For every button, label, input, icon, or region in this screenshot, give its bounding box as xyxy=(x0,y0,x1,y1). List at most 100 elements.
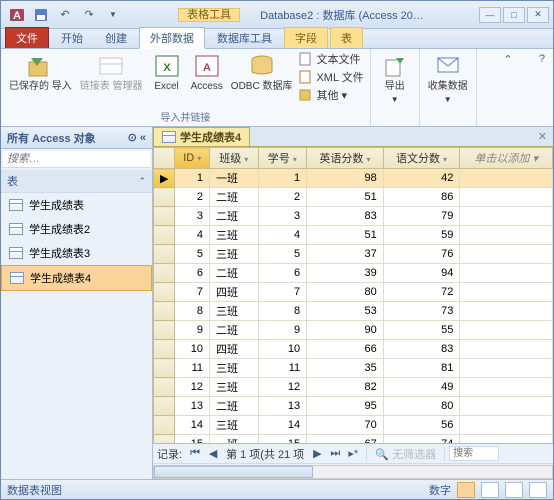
navigation-pane: 所有 Access 对象⊙ « 🔍 表⌃ 学生成绩表学生成绩表2学生成绩表3学生… xyxy=(1,127,153,479)
linked-table-mgr-button[interactable]: 链接表 管理器 xyxy=(78,51,145,94)
record-search-input[interactable] xyxy=(449,446,499,461)
last-record-button[interactable]: ⏭ xyxy=(326,447,344,460)
row-selector[interactable] xyxy=(154,226,175,245)
tab-db-tools[interactable]: 数据库工具 xyxy=(207,28,282,48)
document-tab[interactable]: 学生成绩表4 xyxy=(153,127,250,146)
select-all-corner[interactable] xyxy=(154,148,175,169)
help-button[interactable]: ? xyxy=(539,49,553,69)
row-selector[interactable] xyxy=(154,378,175,397)
row-selector[interactable] xyxy=(154,264,175,283)
table-row[interactable]: 11三班113581 xyxy=(154,359,553,378)
table-row[interactable]: 10四班106683 xyxy=(154,340,553,359)
column-header[interactable]: 班级 ▾ xyxy=(210,148,259,169)
collapse-icon: ⌃ xyxy=(138,176,146,187)
qat-dropdown-icon[interactable]: ▼ xyxy=(103,5,123,25)
column-header[interactable]: 学号 ▾ xyxy=(258,148,307,169)
table-row[interactable]: 15一班156774 xyxy=(154,435,553,444)
row-selector[interactable] xyxy=(154,283,175,302)
table-row[interactable]: 6二班63994 xyxy=(154,264,553,283)
access-import-button[interactable]: AAccess xyxy=(189,51,225,94)
no-filter-label[interactable]: 🔍 无筛选器 xyxy=(371,446,440,462)
table-row[interactable]: 3二班38379 xyxy=(154,207,553,226)
contextual-tab-tools: 表格工具 xyxy=(178,8,240,22)
column-header[interactable]: 英语分数 ▾ xyxy=(307,148,384,169)
nav-group-tables[interactable]: 表⌃ xyxy=(1,170,152,193)
xml-file-icon xyxy=(298,70,312,84)
nav-item[interactable]: 学生成绩表2 xyxy=(1,217,152,241)
row-selector[interactable] xyxy=(154,340,175,359)
table-row[interactable]: 4三班45159 xyxy=(154,226,553,245)
close-button[interactable]: ✕ xyxy=(527,7,549,23)
design-view-button[interactable] xyxy=(481,482,499,498)
save-icon[interactable] xyxy=(31,5,51,25)
redo-icon[interactable]: ↷ xyxy=(79,5,99,25)
row-selector[interactable] xyxy=(154,397,175,416)
table-row[interactable]: 8三班85373 xyxy=(154,302,553,321)
row-selector[interactable] xyxy=(154,321,175,340)
access-app-icon[interactable]: A xyxy=(7,5,27,25)
svg-text:X: X xyxy=(163,62,171,74)
other-import-button[interactable]: 其他 ▾ xyxy=(298,87,363,103)
add-column-header[interactable]: 单击以添加 ▾ xyxy=(460,148,553,169)
column-header[interactable]: 语文分数 ▾ xyxy=(383,148,460,169)
minimize-button[interactable]: — xyxy=(479,7,501,23)
link-icon xyxy=(97,53,125,79)
next-record-button[interactable]: ▶ xyxy=(308,447,326,460)
layout-view-button[interactable] xyxy=(529,482,547,498)
text-file-button[interactable]: 文本文件 xyxy=(298,51,363,67)
table-row[interactable]: 7四班78072 xyxy=(154,283,553,302)
row-selector[interactable] xyxy=(154,245,175,264)
row-selector[interactable] xyxy=(154,207,175,226)
document-area: 学生成绩表4 ✕ ID ▾班级 ▾学号 ▾英语分数 ▾语文分数 ▾单击以添加 ▾… xyxy=(153,127,553,479)
row-selector[interactable] xyxy=(154,359,175,378)
table-row[interactable]: 5三班53776 xyxy=(154,245,553,264)
nav-item[interactable]: 学生成绩表 xyxy=(1,193,152,217)
odbc-import-button[interactable]: ODBC 数据库 xyxy=(229,51,295,94)
row-selector[interactable]: ▶ xyxy=(154,169,175,188)
table-icon xyxy=(9,223,23,235)
new-record-button[interactable]: ▸* xyxy=(344,447,362,460)
tab-create[interactable]: 创建 xyxy=(95,28,137,48)
column-header[interactable]: ID ▾ xyxy=(175,148,210,169)
row-selector[interactable] xyxy=(154,416,175,435)
nav-item[interactable]: 学生成绩表3 xyxy=(1,241,152,265)
maximize-button[interactable]: □ xyxy=(503,7,525,23)
datasheet[interactable]: ID ▾班级 ▾学号 ▾英语分数 ▾语文分数 ▾单击以添加 ▾▶1一班19842… xyxy=(153,147,553,443)
export-icon xyxy=(381,53,409,79)
tab-file[interactable]: 文件 xyxy=(5,27,49,48)
horizontal-scrollbar[interactable] xyxy=(153,463,553,479)
row-selector[interactable] xyxy=(154,302,175,321)
saved-imports-button[interactable]: 已保存的 导入 xyxy=(7,51,74,94)
row-selector[interactable] xyxy=(154,435,175,444)
xml-file-button[interactable]: XML 文件 xyxy=(298,69,363,85)
first-record-button[interactable]: ⏮ xyxy=(186,447,204,460)
export-button[interactable]: 导出▼ xyxy=(377,51,413,107)
table-row[interactable]: 14三班147056 xyxy=(154,416,553,435)
nav-header[interactable]: 所有 Access 对象⊙ « xyxy=(1,127,152,149)
close-tab-button[interactable]: ✕ xyxy=(532,130,553,143)
tab-home[interactable]: 开始 xyxy=(51,28,93,48)
table-row[interactable]: ▶1一班19842 xyxy=(154,169,553,188)
tab-fields[interactable]: 字段 xyxy=(284,27,328,48)
svg-text:A: A xyxy=(203,62,211,74)
table-icon xyxy=(10,272,24,284)
table-row[interactable]: 13二班139580 xyxy=(154,397,553,416)
row-selector[interactable] xyxy=(154,188,175,207)
tab-external-data[interactable]: 外部数据 xyxy=(139,27,205,49)
access-icon: A xyxy=(193,53,221,79)
tab-table[interactable]: 表 xyxy=(330,27,363,48)
nav-search[interactable]: 🔍 xyxy=(3,151,150,168)
datasheet-view-button[interactable] xyxy=(457,482,475,498)
nav-dropdown-icon[interactable]: ⊙ « xyxy=(128,131,146,144)
nav-search-input[interactable] xyxy=(3,151,154,167)
prev-record-button[interactable]: ◀ xyxy=(204,447,222,460)
table-row[interactable]: 2二班25186 xyxy=(154,188,553,207)
sql-view-button[interactable] xyxy=(505,482,523,498)
collect-data-button[interactable]: 收集数据▼ xyxy=(426,51,470,107)
nav-item[interactable]: 学生成绩表4 xyxy=(1,265,152,291)
excel-import-button[interactable]: XExcel xyxy=(149,51,185,94)
table-row[interactable]: 12三班128249 xyxy=(154,378,553,397)
ribbon-collapse-button[interactable]: ⌃ xyxy=(495,49,520,70)
undo-icon[interactable]: ↶ xyxy=(55,5,75,25)
table-row[interactable]: 9二班99055 xyxy=(154,321,553,340)
